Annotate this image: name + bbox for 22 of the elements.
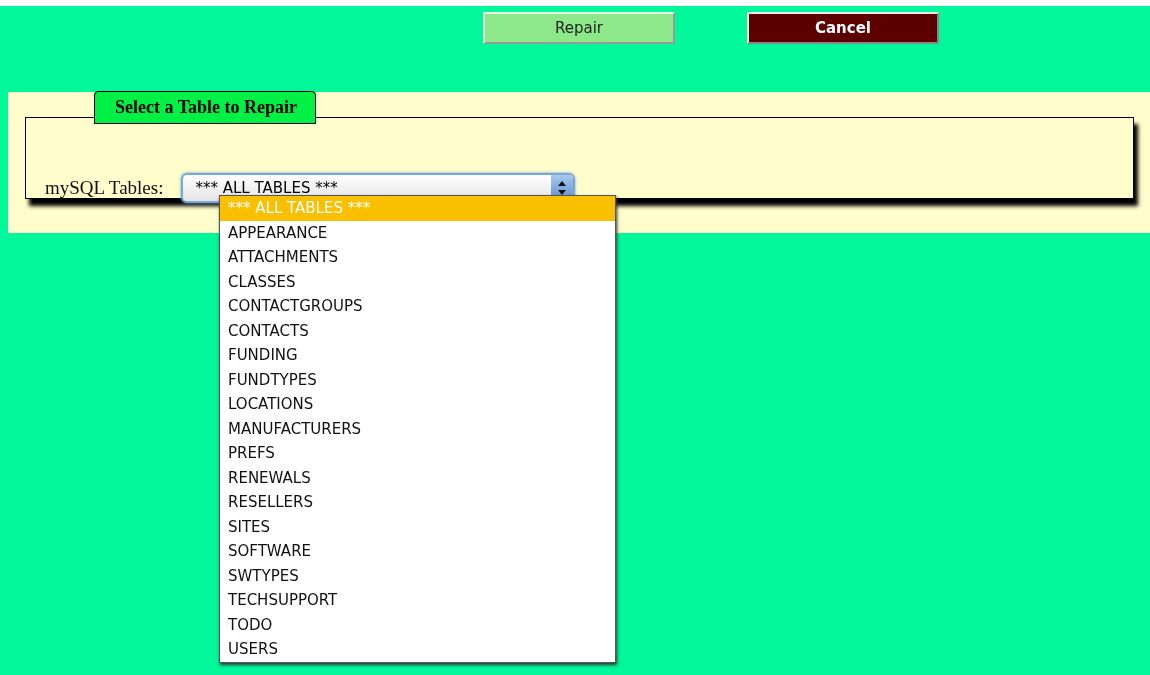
dropdown-option[interactable]: FUNDING — [220, 343, 615, 368]
repair-button[interactable]: Repair — [483, 12, 675, 44]
dropdown-option[interactable]: LOCATIONS — [220, 392, 615, 417]
field-label: mySQL Tables: — [45, 177, 164, 199]
cancel-button[interactable]: Cancel — [747, 12, 939, 44]
dropdown-option[interactable]: CONTACTGROUPS — [220, 294, 615, 319]
dropdown-option[interactable]: TECHSUPPORT — [220, 588, 615, 613]
dropdown-option[interactable]: TODO — [220, 612, 615, 637]
dropdown-option[interactable]: CONTACTS — [220, 318, 615, 343]
dropdown-option[interactable]: SITES — [220, 514, 615, 539]
dropdown-option[interactable]: RENEWALS — [220, 465, 615, 490]
dropdown-option[interactable]: USERS — [220, 637, 615, 662]
dropdown-option[interactable]: CLASSES — [220, 269, 615, 294]
dropdown-option[interactable]: MANUFACTURERS — [220, 416, 615, 441]
dropdown-option[interactable]: APPEARANCE — [220, 220, 615, 245]
dropdown-option[interactable]: ATTACHMENTS — [220, 245, 615, 270]
dropdown-option[interactable]: SWTYPES — [220, 563, 615, 588]
dropdown-option[interactable]: RESELLERS — [220, 490, 615, 515]
dropdown-option[interactable]: PREFS — [220, 441, 615, 466]
fieldset-legend: Select a Table to Repair — [94, 91, 316, 124]
dropdown-option[interactable]: SOFTWARE — [220, 539, 615, 564]
dropdown-option[interactable]: FUNDTYPES — [220, 367, 615, 392]
